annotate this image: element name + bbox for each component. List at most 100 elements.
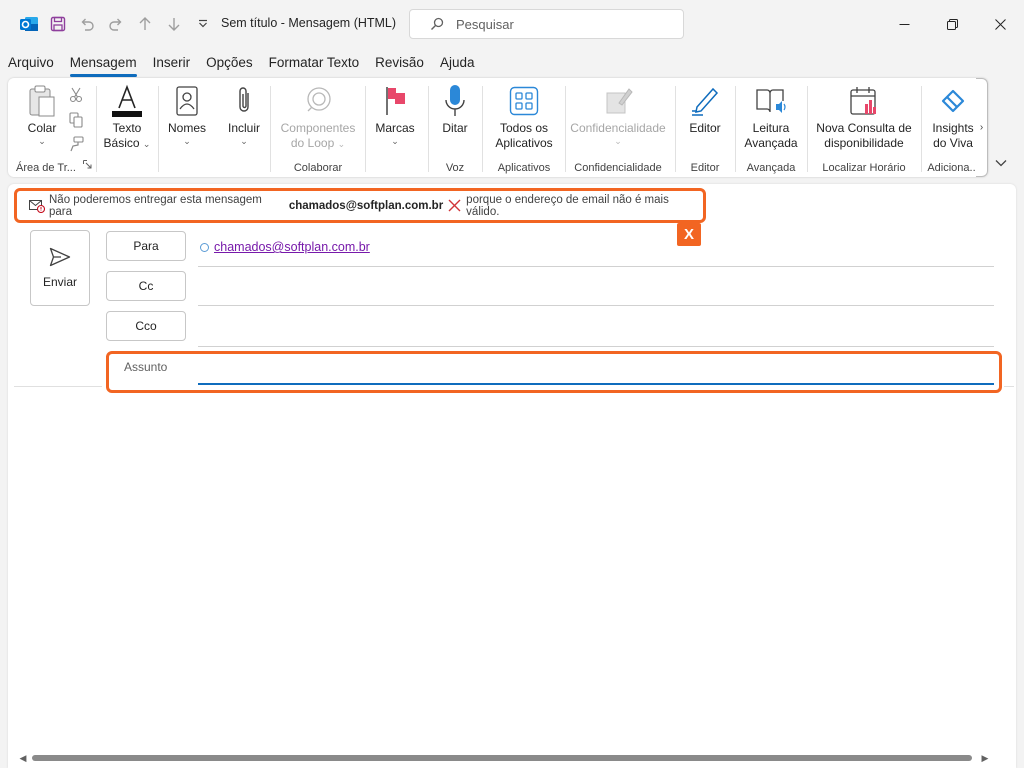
immersive-reader-button[interactable]: Leitura Avançada — [738, 84, 804, 151]
tab-formatar-texto[interactable]: Formatar Texto — [261, 52, 368, 76]
group-label-voice: Voz — [445, 162, 465, 174]
poll-label-1: Nova Consulta de — [816, 121, 912, 135]
scroll-right-icon[interactable]: ▶ — [980, 752, 990, 764]
tab-ajuda[interactable]: Ajuda — [432, 52, 483, 76]
scroll-left-icon[interactable]: ◀ — [18, 752, 28, 764]
ribbon-scroll-right-icon[interactable]: › — [976, 78, 988, 177]
arrow-down-icon[interactable] — [159, 10, 188, 38]
header-divider — [14, 386, 102, 387]
group-editor: Editor Editor — [676, 78, 734, 177]
tab-mensagem[interactable]: Mensagem — [62, 52, 145, 77]
cc-button[interactable]: Cc — [106, 271, 186, 301]
editor-label: Editor — [689, 121, 721, 135]
window-controls — [880, 0, 1024, 48]
all-apps-button[interactable]: Todos os Aplicativos — [487, 84, 561, 151]
group-addins: Insights do Viva Adiciona... — [922, 78, 984, 177]
bcc-button[interactable]: Cco — [106, 311, 186, 341]
group-apps: Todos os Aplicativos Aplicativos — [483, 78, 565, 177]
apps-label-1: Todos os — [499, 121, 549, 135]
address-book-icon — [174, 84, 200, 118]
chevron-down-icon: ⌄ — [614, 136, 622, 146]
viva-insights-icon — [938, 84, 968, 118]
group-voice: Ditar Voz — [429, 78, 481, 177]
copy-icon[interactable] — [65, 110, 87, 130]
sensitivity-label: Confidencialidade — [570, 121, 666, 135]
subject-input[interactable] — [198, 361, 994, 385]
tab-arquivo[interactable]: Arquivo — [0, 52, 62, 76]
to-field-line — [198, 266, 994, 267]
undo-icon[interactable] — [72, 10, 101, 38]
paste-icon — [27, 84, 57, 118]
tab-inserir[interactable]: Inserir — [145, 52, 199, 76]
search-icon — [431, 17, 444, 30]
viva-label-2: do Viva — [933, 136, 973, 150]
flag-icon — [382, 84, 408, 118]
to-button[interactable]: Para — [106, 231, 186, 261]
viva-insights-button[interactable]: Insights do Viva — [924, 84, 982, 151]
loop-label-2: do Loop — [290, 136, 335, 150]
format-painter-icon[interactable] — [65, 134, 87, 154]
annotation-x-badge: X — [677, 223, 701, 246]
group-collaborate: Componentes do Loop ⌄ Colaborar — [271, 78, 365, 177]
cut-icon[interactable] — [65, 85, 87, 105]
infobar-prefix: Não poderemos entregar esta mensagem par… — [49, 193, 262, 218]
arrow-up-icon[interactable] — [130, 10, 159, 38]
ribbon-collapse-icon[interactable] — [992, 154, 1010, 172]
infobar-suffix: porque o endereço de email não é mais vá… — [466, 193, 669, 218]
sensitivity-button[interactable]: Confidencialidade ⌄ — [568, 84, 668, 146]
invalid-x-icon — [448, 199, 461, 212]
sensitivity-icon — [603, 84, 633, 118]
recipient-token[interactable]: chamados@softplan.com.br — [200, 240, 370, 254]
loop-components-button[interactable]: Componentes do Loop ⌄ — [275, 84, 361, 151]
basic-text-label-2: Básico — [103, 136, 140, 150]
chevron-down-icon: ⌄ — [142, 139, 151, 149]
editor-button[interactable]: Editor — [682, 84, 728, 136]
horizontal-scrollbar[interactable]: ◀ ▶ — [18, 752, 990, 764]
tab-revisao[interactable]: Revisão — [367, 52, 432, 76]
dictate-button[interactable]: Ditar — [433, 84, 477, 136]
chevron-down-icon: ⌄ — [183, 136, 191, 146]
group-label-collaborate: Colaborar — [293, 162, 343, 174]
paperclip-icon — [234, 84, 254, 118]
group-find-time: Nova Consulta de disponibilidade Localiz… — [808, 78, 920, 177]
names-label: Nomes — [167, 121, 206, 135]
recipient-address[interactable]: chamados@softplan.com.br — [214, 240, 370, 254]
subject-label: Assunto — [124, 360, 168, 374]
save-icon[interactable] — [43, 10, 72, 38]
restore-icon[interactable] — [928, 0, 976, 48]
tab-opcoes[interactable]: Opções — [198, 52, 261, 76]
minimize-icon[interactable] — [880, 0, 928, 48]
names-button[interactable]: Nomes ⌄ — [165, 84, 209, 146]
ribbon: Colar ⌄ Área de Tr... Texto Básico ⌄ Nom… — [8, 78, 988, 177]
send-icon — [49, 247, 71, 267]
basic-text-button[interactable]: Texto Básico ⌄ — [99, 84, 155, 151]
group-basic-text: Texto Básico ⌄ — [97, 78, 157, 177]
new-poll-button[interactable]: Nova Consulta de disponibilidade — [812, 84, 916, 151]
window-title: Sem título - Mensagem (HTML) — [221, 16, 397, 30]
undeliverable-infobar: Não poderemos entregar esta mensagem par… — [14, 188, 706, 223]
apps-label-2: Aplicativos — [495, 136, 553, 150]
mail-error-icon — [29, 199, 45, 213]
scrollbar-thumb[interactable] — [32, 755, 972, 761]
tags-button[interactable]: Marcas ⌄ — [372, 84, 418, 146]
customize-toolbar-icon[interactable] — [188, 10, 217, 38]
group-names: Nomes ⌄ — [159, 78, 215, 177]
group-label-reader: Avançada — [746, 162, 796, 174]
tags-label: Marcas — [375, 121, 415, 135]
chevron-down-icon: ⌄ — [391, 136, 399, 146]
include-label: Incluir — [227, 121, 260, 135]
group-tags: Marcas ⌄ — [366, 78, 424, 177]
search-box[interactable]: Pesquisar — [409, 9, 684, 39]
group-clipboard: Colar ⌄ Área de Tr... — [8, 78, 96, 177]
dialog-launcher-icon[interactable] — [83, 158, 92, 172]
apps-grid-icon — [509, 84, 539, 118]
basic-text-label-1: Texto — [112, 121, 142, 135]
close-icon[interactable] — [976, 0, 1024, 48]
group-label-addins: Adiciona... — [927, 162, 979, 174]
send-button[interactable]: Enviar — [30, 230, 90, 306]
outlook-logo-icon — [14, 10, 43, 38]
group-immersive-reader: Leitura Avançada Avançada — [736, 78, 806, 177]
redo-icon[interactable] — [101, 10, 130, 38]
include-button[interactable]: Incluir ⌄ — [221, 84, 267, 146]
paste-button[interactable]: Colar ⌄ — [22, 84, 62, 146]
